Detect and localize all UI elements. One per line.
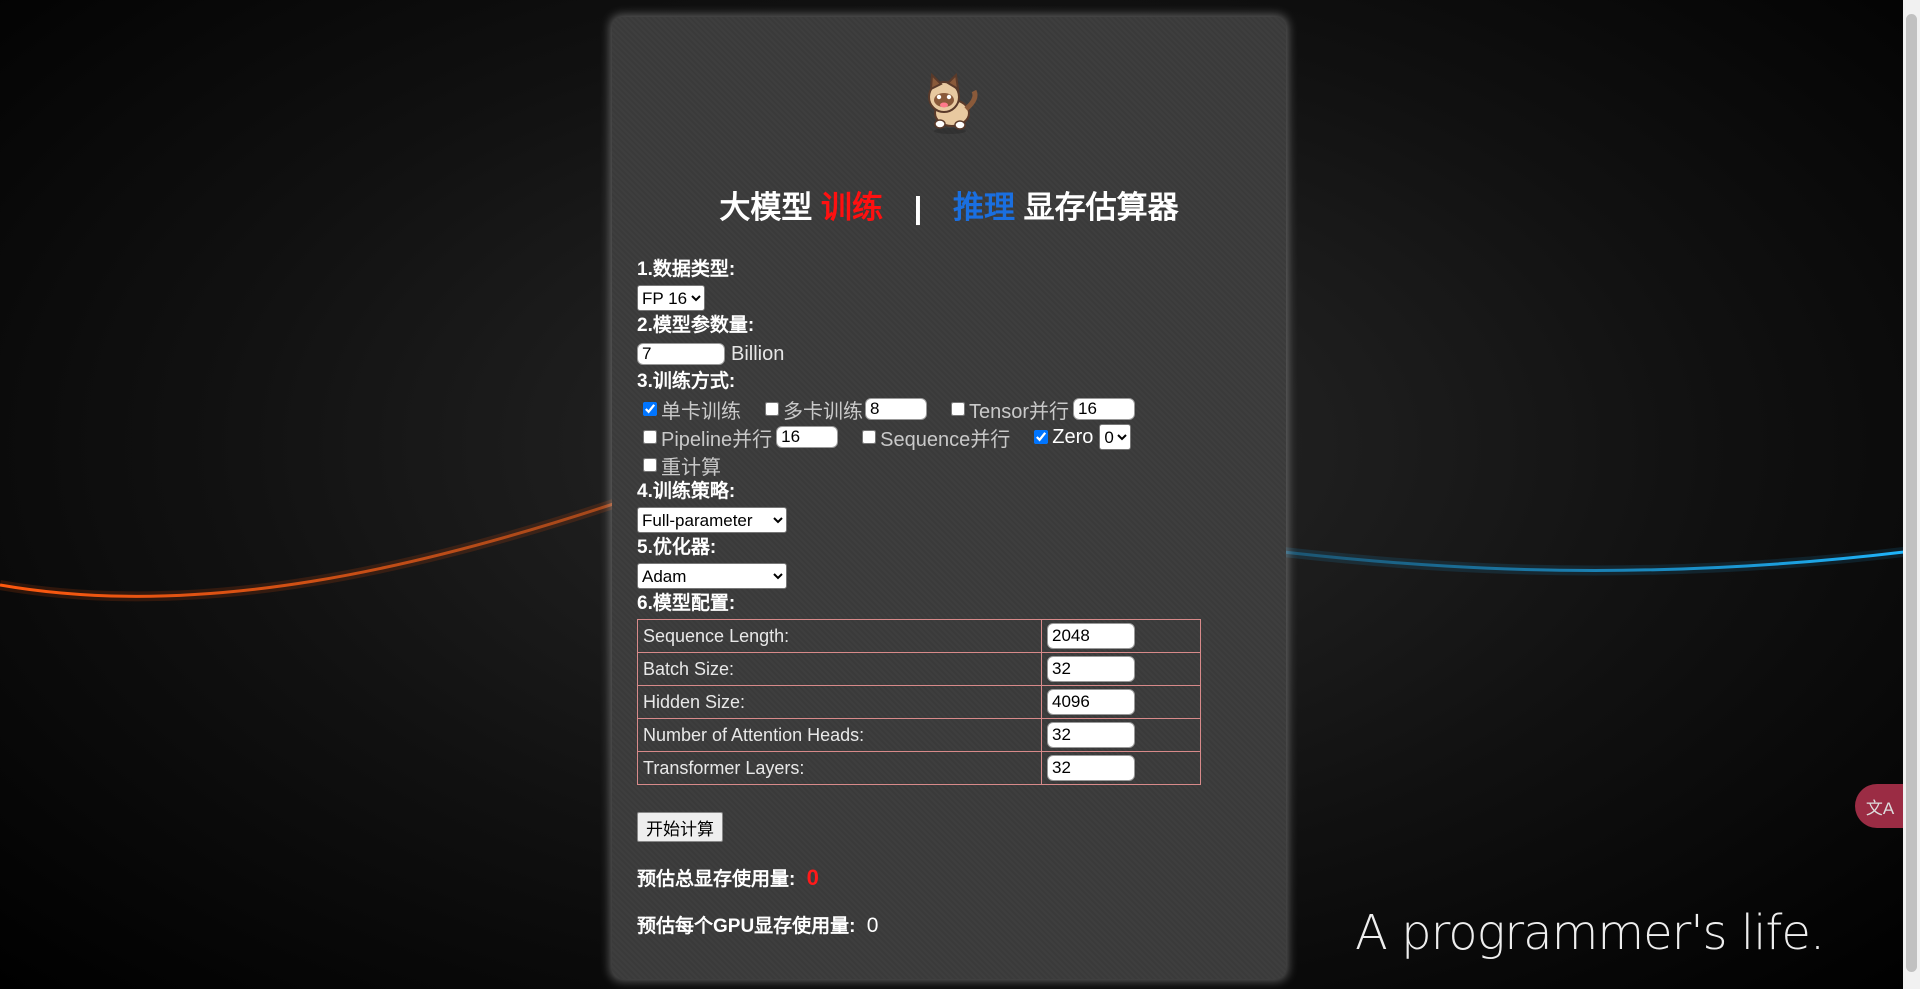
page-title: 大模型 训练 | 推理 显存估算器 <box>612 182 1286 227</box>
zero-stage-select[interactable]: 0 <box>1099 424 1132 450</box>
attention-heads-input[interactable] <box>1047 722 1135 748</box>
total-memory-result: 预估总显存使用量: 0 <box>637 864 1267 891</box>
table-row: Transformer Layers: <box>637 751 1201 785</box>
form-content: 1.数据类型: FP 16 2.模型参数量: Billion 3.训练方式: 单… <box>637 257 1267 938</box>
data-type-label: 1.数据类型: <box>637 259 736 280</box>
config-name-seq-length: Sequence Length: <box>637 619 1042 653</box>
optimizer-label: 5.优化器: <box>637 537 717 558</box>
config-name-batch-size: Batch Size: <box>637 652 1042 686</box>
title-part-infer: 推理 <box>952 190 1015 225</box>
batch-size-input[interactable] <box>1047 656 1135 682</box>
sequence-parallel-checkbox[interactable] <box>862 430 877 444</box>
title-part-train: 训练 <box>821 190 884 225</box>
tensor-parallel-input[interactable] <box>1073 398 1136 420</box>
zero-checkbox[interactable] <box>1034 430 1049 444</box>
translate-glyph: ⽂A <box>1865 798 1895 818</box>
training-strategy-label: 4.训练策略: <box>637 481 736 502</box>
tensor-parallel-option: Tensor并行 <box>945 395 1136 424</box>
config-name-transformer-layers: Transformer Layers: <box>637 751 1042 785</box>
multi-gpu-count-input[interactable] <box>865 398 927 420</box>
page-scrollbar[interactable] <box>1903 0 1920 989</box>
multi-gpu-checkbox[interactable] <box>765 402 779 416</box>
config-name-hidden-size: Hidden Size: <box>637 685 1042 719</box>
table-row: Batch Size: <box>637 652 1201 686</box>
total-memory-label: 预估总显存使用量: <box>637 869 796 890</box>
cat-mascot-icon <box>928 72 978 134</box>
multi-gpu-label: 多卡训练 <box>783 400 863 423</box>
recompute-label: 重计算 <box>661 456 721 479</box>
scrollbar-thumb[interactable] <box>1906 14 1917 972</box>
total-memory-value: 0 <box>806 865 819 890</box>
title-part-model: 大模型 <box>719 190 813 225</box>
multi-gpu-option: 多卡训练 <box>759 395 927 424</box>
pipeline-parallel-option: Pipeline并行 <box>637 423 839 452</box>
hidden-size-input[interactable] <box>1047 689 1135 715</box>
training-mode-label: 3.训练方式: <box>637 371 736 392</box>
table-row: Hidden Size: <box>637 685 1201 719</box>
single-gpu-label: 单卡训练 <box>661 400 741 423</box>
table-row: Sequence Length: <box>637 619 1201 653</box>
param-count-input[interactable] <box>637 343 725 365</box>
seq-length-input[interactable] <box>1047 623 1135 649</box>
single-gpu-option: 单卡训练 <box>637 395 741 424</box>
zero-label: Zero <box>1052 425 1094 448</box>
optimizer-select[interactable]: Adam <box>637 563 787 589</box>
model-config-table: Sequence Length: Batch Size: Hidden Size… <box>637 619 1201 785</box>
model-config-label: 6.模型配置: <box>637 593 736 614</box>
recompute-checkbox[interactable] <box>643 458 657 472</box>
tensor-parallel-checkbox[interactable] <box>951 402 965 416</box>
zero-option: Zero 0 <box>1028 424 1132 450</box>
translate-icon[interactable]: ⽂A <box>1855 784 1905 828</box>
single-gpu-checkbox[interactable] <box>643 402 657 416</box>
title-separator: | <box>913 190 923 225</box>
per-gpu-memory-value: 0 <box>866 914 879 937</box>
transformer-layers-input[interactable] <box>1047 755 1135 781</box>
sequence-parallel-label: Sequence并行 <box>880 428 1011 451</box>
pipeline-parallel-input[interactable] <box>776 426 839 448</box>
data-type-select[interactable]: FP 16 <box>637 285 705 311</box>
calculator-panel: 大模型 训练 | 推理 显存估算器 1.数据类型: FP 16 2.模型参数量:… <box>612 17 1286 979</box>
param-unit-label: Billion <box>731 342 785 365</box>
per-gpu-memory-label: 预估每个GPU显存使用量: <box>637 916 856 937</box>
param-count-label: 2.模型参数量: <box>637 315 755 336</box>
title-part-estimator: 显存估算器 <box>1023 190 1179 225</box>
tensor-parallel-label: Tensor并行 <box>969 400 1070 423</box>
calculate-button[interactable]: 开始计算 <box>637 812 723 842</box>
background-tagline: A programmer's life. <box>1355 905 1825 961</box>
config-name-attention-heads: Number of Attention Heads: <box>637 718 1042 752</box>
recompute-option: 重计算 <box>637 451 721 480</box>
training-strategy-select[interactable]: Full-parameter <box>637 507 787 533</box>
pipeline-parallel-checkbox[interactable] <box>643 430 657 444</box>
pipeline-parallel-label: Pipeline并行 <box>661 428 773 451</box>
per-gpu-memory-result: 预估每个GPU显存使用量: 0 <box>637 911 1267 938</box>
sequence-parallel-option: Sequence并行 <box>856 423 1010 452</box>
table-row: Number of Attention Heads: <box>637 718 1201 752</box>
